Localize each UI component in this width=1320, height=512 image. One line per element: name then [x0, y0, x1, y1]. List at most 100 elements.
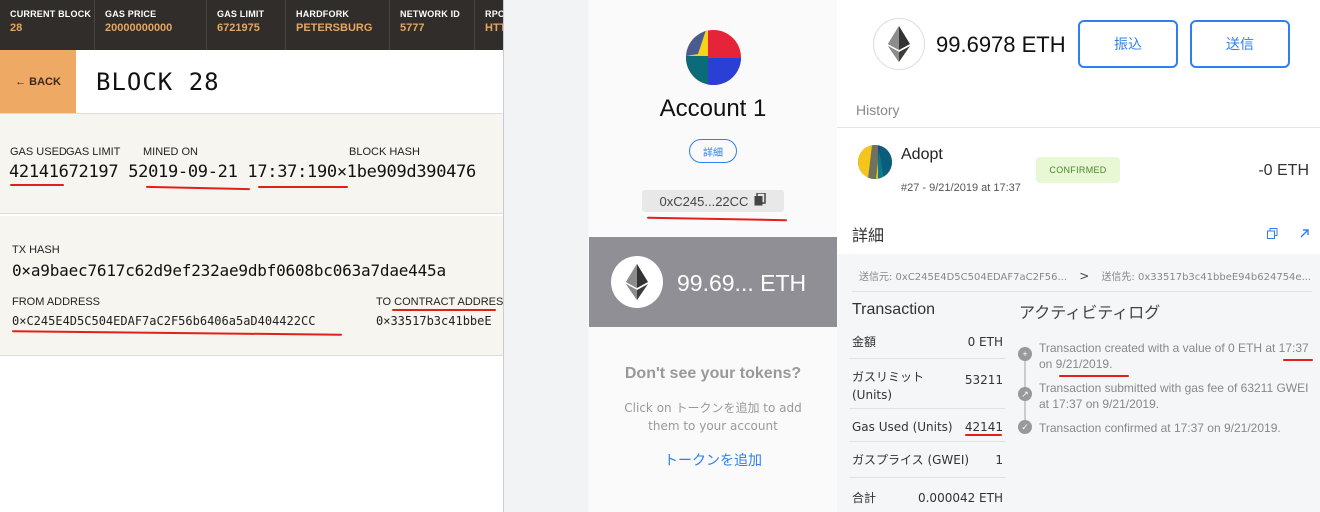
transaction-detail-panel: 送信元: 0xC245E4D5C504EDAF7aC2F56... > 送信先:…	[837, 254, 1320, 512]
chevron-right-icon: >	[1079, 269, 1090, 283]
back-button[interactable]: ← BACK	[0, 50, 76, 113]
eth-asset-row[interactable]: 99.69... ETH	[589, 237, 837, 327]
stat-value: HTT	[485, 22, 503, 34]
row-key: Gas Used (Units)	[852, 420, 953, 434]
divider	[852, 291, 1312, 292]
metamask-window: Account 1 詳細 0xC245...22CC 99.69... ETH …	[503, 0, 1320, 512]
stat-gas-price: GAS PRICE 20000000000	[95, 0, 207, 50]
from-address-label: FROM ADDRESS	[12, 296, 101, 308]
stat-value: 28	[10, 22, 23, 34]
stat-value: 20000000000	[105, 22, 173, 34]
stat-label: CURRENT BLOCK	[10, 9, 92, 19]
red-annotation	[646, 216, 788, 222]
add-token-hint: Click on トークンを追加 to add them to your acc…	[624, 401, 802, 433]
stat-value: 5777	[400, 22, 425, 34]
account-avatar[interactable]	[686, 30, 741, 85]
table-row: 金額 0 ETH	[849, 324, 1005, 359]
to-address: 送信先: 0x33517b3c41bbeE94b624754e...	[1101, 272, 1312, 283]
tx-hash-value: 0×a9baec7617c62d9ef232ae9dbf0608bc063a7d…	[12, 261, 446, 280]
row-key: 金額	[852, 335, 877, 349]
activity-log-heading: アクティビティログ	[1019, 303, 1161, 322]
stat-label: GAS LIMIT	[217, 9, 265, 19]
account-sidebar: Account 1 詳細 0xC245...22CC 99.69... ETH …	[589, 0, 837, 512]
tx-info-panel: TX HASH 0×a9baec7617c62d9ef232ae9dbf0608…	[0, 216, 503, 356]
transaction-avatar	[858, 145, 892, 179]
to-address-value: 0×33517b3c41bbeE	[376, 314, 492, 328]
red-annotation	[10, 184, 64, 186]
sidebar-balance: 99.69... ETH	[677, 270, 807, 296]
to-address-label: TO CONTRACT ADDRESS	[376, 296, 503, 308]
deposit-button[interactable]: 振込	[1078, 20, 1178, 68]
tx-hash-label: TX HASH	[12, 244, 60, 256]
ganache-window: CURRENT BLOCK 28 GAS PRICE 20000000000 G…	[0, 0, 503, 512]
copy-icon	[754, 192, 767, 209]
stat-label: HARDFORK	[296, 9, 350, 19]
stat-hardfork: HARDFORK PETERSBURG	[286, 0, 390, 50]
block-values: 42141672197 52019-09-21 17:37:190×1be909…	[9, 162, 476, 182]
status-badge: CONFIRMED	[1036, 157, 1120, 183]
table-row: Gas Used (Units) 42141	[849, 409, 1005, 442]
red-annotation	[1059, 375, 1129, 377]
transaction-subtitle: #27 - 9/21/2019 at 17:37	[901, 182, 1021, 194]
mined-on-label: MINED ON	[143, 146, 198, 158]
stat-value: 6721975	[217, 22, 260, 34]
stat-gas-limit: GAS LIMIT 6721975	[207, 0, 286, 50]
red-annotation	[11, 330, 343, 336]
table-row: ガスプライス (GWEI) 1	[849, 442, 1005, 478]
stat-network-id: NETWORK ID 5777	[390, 0, 475, 50]
block-info-panel: GAS USED GAS LIMIT MINED ON BLOCK HASH 4…	[0, 114, 503, 214]
red-annotation	[392, 309, 496, 311]
block-header: ← BACK BLOCK 28	[0, 50, 503, 114]
red-annotation	[965, 434, 1002, 436]
details-label: 詳細	[852, 226, 885, 245]
ganache-status-bar: CURRENT BLOCK 28 GAS PRICE 20000000000 G…	[0, 0, 503, 50]
ethereum-icon	[611, 256, 663, 308]
stat-current-block: CURRENT BLOCK 28	[0, 0, 95, 50]
row-value: 0 ETH	[967, 335, 1003, 349]
table-row: ガスリミット (Units) 53211	[849, 359, 1005, 409]
address-copy-button[interactable]: 0xC245...22CC	[642, 190, 784, 212]
stat-value: PETERSBURG	[296, 22, 373, 34]
block-title: BLOCK 28	[96, 68, 220, 96]
account-name: Account 1	[659, 95, 767, 122]
from-to-row: 送信元: 0xC245E4D5C504EDAF7aC2F56... > 送信先:…	[859, 268, 1311, 283]
from-address-value: 0×C245E4D5C504EDAF7aC2F56b6406a5aD404422…	[12, 314, 316, 328]
send-button[interactable]: 送信	[1190, 20, 1290, 68]
arrow-up-right-icon: ↗	[1018, 387, 1032, 401]
stat-label: RPC	[485, 9, 503, 19]
from-address: 送信元: 0xC245E4D5C504EDAF7aC2F56...	[859, 272, 1067, 283]
main-panel: 99.6978 ETH 振込 送信 History Adopt #27 - 9/…	[837, 0, 1320, 512]
row-value: 53211	[964, 373, 1003, 387]
gas-used-label: GAS USED	[10, 146, 67, 158]
row-key: ガスプライス (GWEI)	[852, 453, 970, 467]
divider	[837, 127, 1320, 128]
row-key: ガスリミット (Units)	[852, 370, 925, 402]
transaction-amount: -0 ETH	[1258, 162, 1309, 179]
add-token-link[interactable]: トークンを追加	[589, 450, 837, 470]
red-annotation	[258, 186, 348, 188]
red-annotation	[1283, 359, 1313, 361]
address-short: 0xC245...22CC	[659, 193, 749, 209]
activity-item: Transaction submitted with gas fee of 63…	[1039, 381, 1309, 411]
copy-icon[interactable]	[1262, 223, 1282, 243]
gas-limit-label: GAS LIMIT	[66, 146, 121, 158]
table-row: 合計 0.000042 ETH	[849, 478, 1005, 512]
stat-label: NETWORK ID	[400, 9, 460, 19]
ethereum-icon	[873, 18, 925, 70]
activity-item: Transaction confirmed at 17:37 on 9/21/2…	[1039, 421, 1281, 435]
row-key: 合計	[852, 491, 877, 505]
transaction-heading: Transaction	[852, 301, 935, 318]
main-balance: 99.6978 ETH	[936, 32, 1066, 57]
external-link-icon[interactable]	[1294, 223, 1314, 243]
history-label: History	[856, 102, 900, 118]
stat-label: GAS PRICE	[105, 9, 157, 19]
background-area	[504, 0, 588, 512]
dont-see-tokens-heading: Don't see your tokens?	[624, 365, 802, 382]
account-details-button[interactable]: 詳細	[689, 139, 737, 163]
check-icon: ✓	[1018, 420, 1032, 434]
transaction-title[interactable]: Adopt	[901, 146, 943, 164]
red-annotation	[145, 185, 251, 191]
stat-rpc: RPC HTT	[475, 0, 503, 50]
row-value: 1	[995, 453, 1003, 467]
plus-icon: +	[1018, 347, 1032, 361]
